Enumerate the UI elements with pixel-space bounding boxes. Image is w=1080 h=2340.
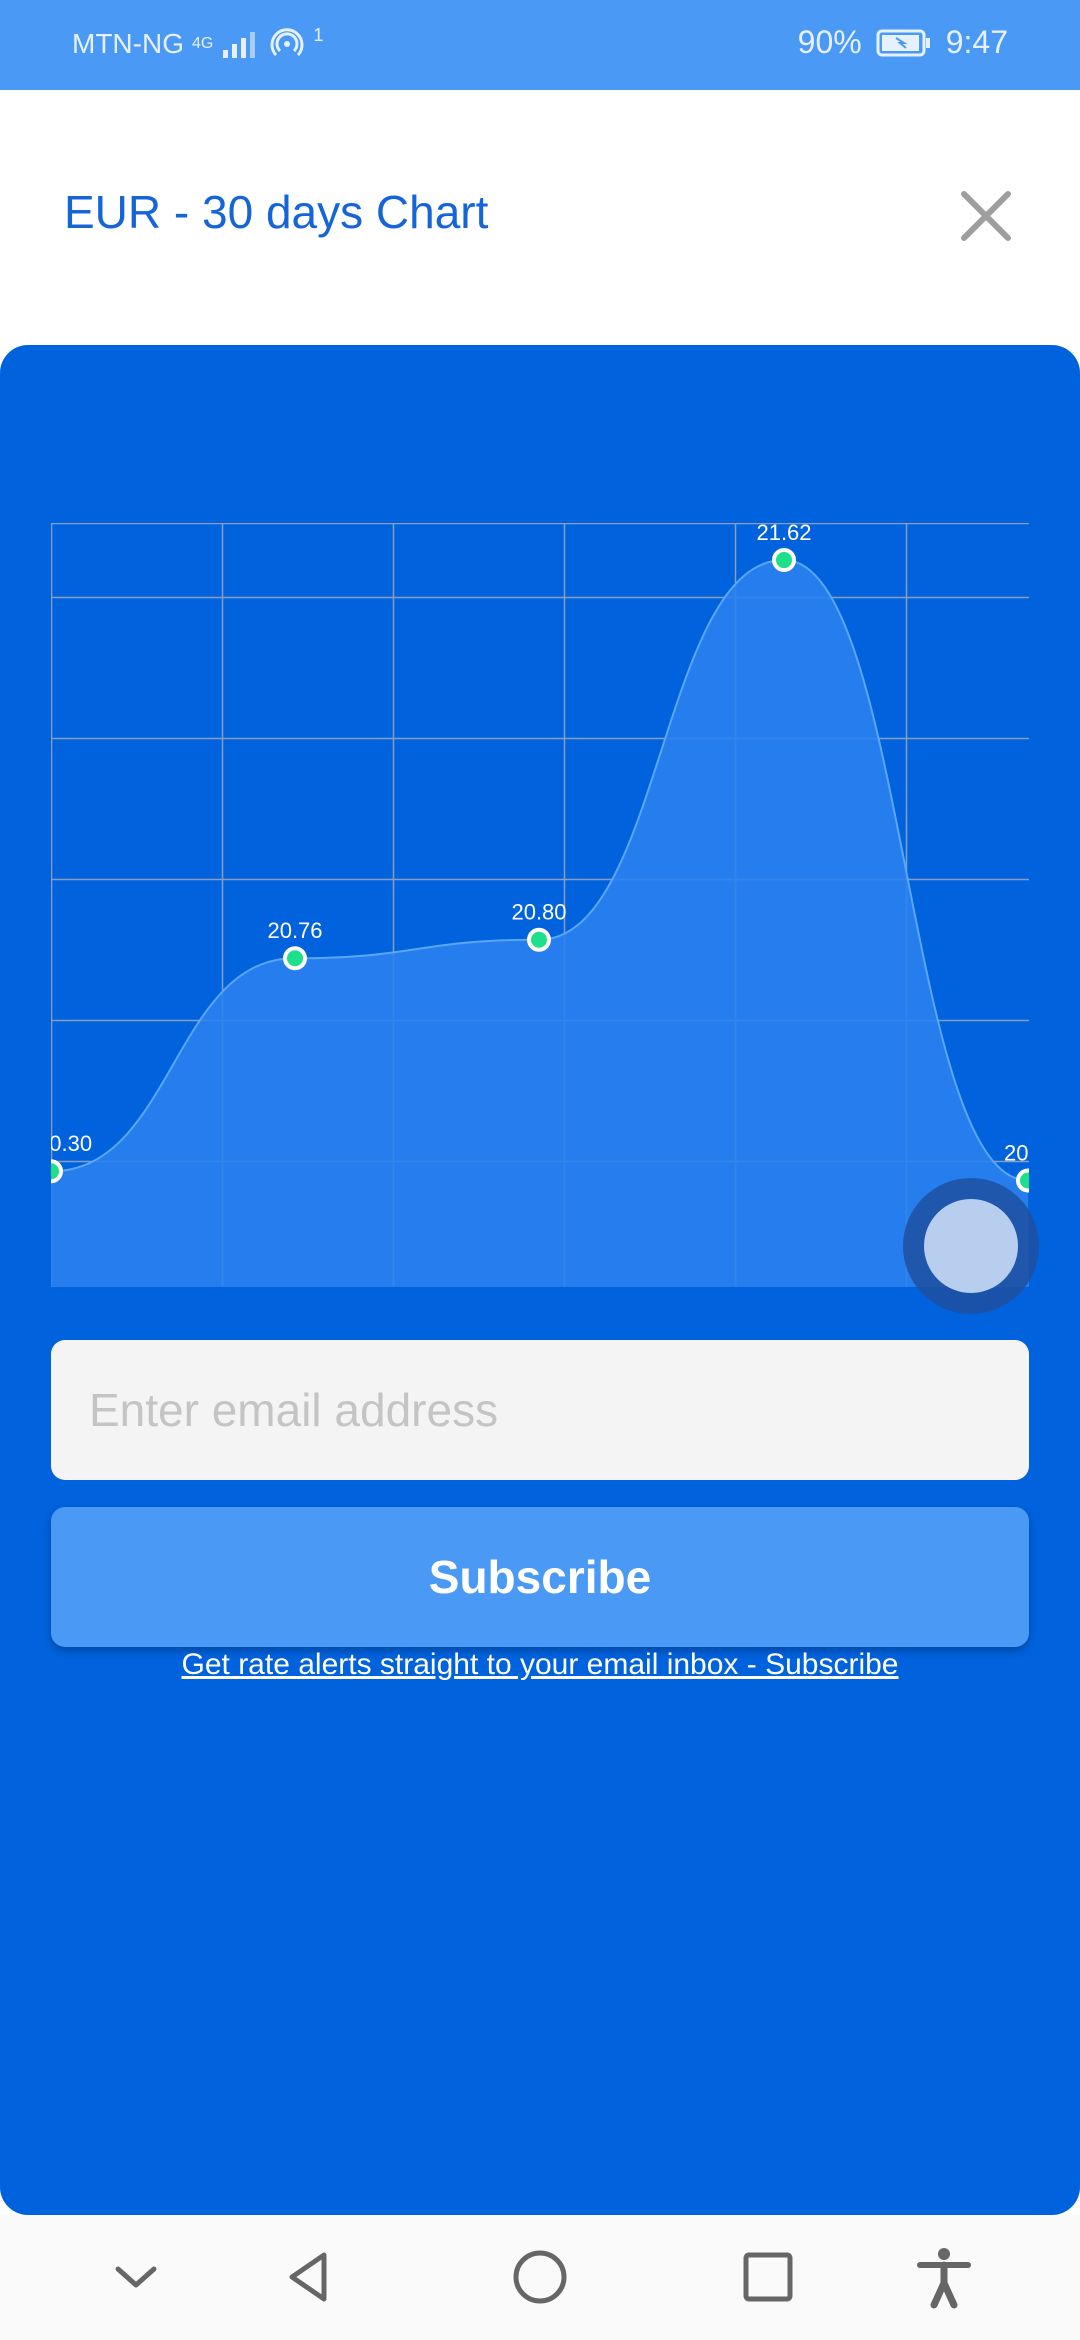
status-left: MTN-NG 4G 1	[72, 24, 324, 62]
email-input[interactable]	[51, 1340, 1029, 1480]
data-label: 20.30	[51, 1131, 92, 1156]
data-point[interactable]	[772, 548, 796, 573]
data-point[interactable]	[527, 927, 551, 952]
rate-chart: 20.30 20.76 20.80 21.62 20.2	[51, 523, 1029, 1287]
hotspot-count: 1	[313, 24, 324, 45]
data-label: 20.80	[511, 900, 566, 925]
data-label: 21.62	[756, 523, 811, 545]
carrier-name: MTN-NG	[72, 28, 184, 59]
dialog-header: EUR - 30 days Chart	[0, 90, 1080, 345]
accessibility-icon[interactable]	[912, 2245, 976, 2309]
recents-icon[interactable]	[736, 2245, 800, 2309]
back-icon[interactable]	[278, 2245, 342, 2309]
page-title: EUR - 30 days Chart	[64, 186, 489, 238]
subscribe-label: Subscribe	[428, 1551, 652, 1603]
signal-icon	[223, 32, 256, 58]
assistive-touch-inner	[924, 1199, 1018, 1293]
home-icon[interactable]	[508, 2245, 572, 2309]
data-label: 20.2	[1004, 1141, 1029, 1166]
hotspot-icon	[270, 28, 304, 57]
data-point[interactable]	[51, 1159, 63, 1184]
data-label: 20.76	[267, 918, 322, 943]
subscribe-button[interactable]: Subscribe	[51, 1507, 1029, 1647]
status-bar: MTN-NG 4G 1 90% 9:47	[0, 0, 1080, 90]
data-point[interactable]	[283, 946, 307, 971]
battery-percent: 90%	[797, 24, 862, 60]
close-icon	[961, 191, 1011, 241]
status-right: 90% 9:47	[798, 24, 1008, 61]
battery-icon	[876, 29, 930, 56]
chevron-down-icon[interactable]	[104, 2245, 168, 2309]
assistive-touch-button[interactable]	[903, 1178, 1039, 1314]
navigation-bar	[0, 2215, 1080, 2340]
clock: 9:47	[945, 24, 1008, 60]
network-type: 4G	[191, 35, 214, 52]
data-point[interactable]	[1016, 1168, 1029, 1193]
close-button[interactable]	[950, 180, 1022, 252]
rate-alert-link[interactable]: Get rate alerts straight to your email i…	[0, 1648, 1080, 1682]
